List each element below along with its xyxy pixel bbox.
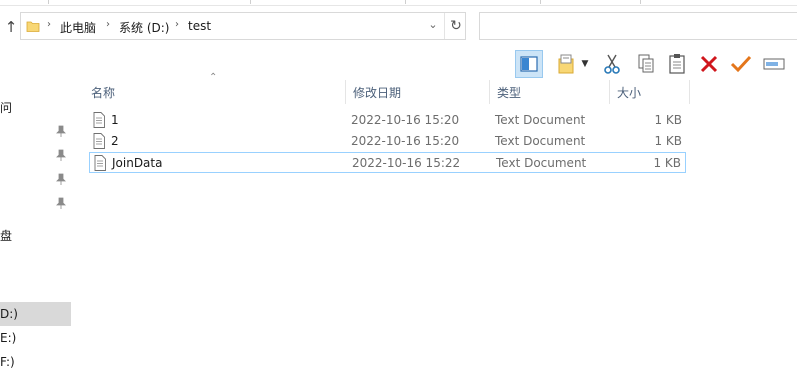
text-file-icon — [94, 155, 106, 171]
file-name: 1 — [111, 113, 119, 127]
text-file-icon — [93, 112, 105, 128]
scissors-icon — [604, 54, 620, 74]
paste-button[interactable] — [663, 50, 691, 78]
column-divider[interactable] — [689, 80, 690, 104]
preview-pane-icon — [520, 56, 538, 72]
file-type: Text Document — [496, 156, 587, 170]
folder-icon — [26, 21, 40, 32]
nav-item-drive-f[interactable]: F:) — [0, 350, 71, 374]
nav-item-label: F:) — [0, 355, 15, 369]
column-header-label: 大小 — [617, 86, 642, 100]
ribbon-divider — [640, 0, 641, 4]
ribbon-edge — [0, 0, 797, 6]
file-size: 1 KB — [654, 113, 682, 127]
copy-button[interactable] — [632, 50, 660, 78]
column-header-label: 修改日期 — [353, 86, 402, 100]
navigation-pane: 问 盘 D:) E:) F:) — [0, 86, 71, 369]
chevron-right-icon[interactable]: › — [175, 19, 179, 30]
refresh-icon: ↻ — [450, 18, 462, 34]
delete-x-icon — [700, 55, 718, 73]
file-type: Text Document — [495, 113, 586, 127]
ribbon-divider — [405, 0, 406, 4]
up-arrow-icon: ↑ — [4, 18, 18, 36]
column-header-size[interactable]: 大小 — [609, 80, 689, 104]
file-type: Text Document — [495, 134, 586, 148]
nav-item-drive-e[interactable]: E:) — [0, 326, 71, 350]
file-date: 2022-10-16 15:20 — [351, 134, 460, 148]
file-row[interactable]: 1 2022-10-16 15:20 Text Document 1 KB — [89, 110, 686, 131]
file-name: JoinData — [112, 156, 163, 170]
column-header-label: 名称 — [91, 86, 116, 100]
column-header-type[interactable]: 类型 — [489, 80, 609, 104]
file-size: 1 KB — [654, 134, 682, 148]
chevron-down-icon[interactable]: ⌄ — [424, 18, 442, 34]
clipboard-icon — [669, 54, 685, 74]
up-arrow-button[interactable]: ↑ — [2, 16, 20, 38]
ribbon-divider — [48, 0, 49, 4]
delete-button[interactable] — [695, 50, 723, 78]
file-row[interactable]: JoinData 2022-10-16 15:22 Text Document … — [89, 152, 686, 173]
rename-icon — [763, 58, 785, 70]
copy-icon — [638, 54, 654, 73]
pin-icon[interactable] — [56, 197, 66, 209]
file-size: 1 KB — [653, 156, 681, 170]
breadcrumb-test[interactable]: test — [188, 19, 211, 33]
column-header-date[interactable]: 修改日期 — [345, 80, 489, 104]
address-bar[interactable]: › 此电脑 › 系统 (D:) › test ⌄ ↻ — [20, 12, 466, 40]
cut-button[interactable] — [598, 50, 626, 78]
caret-down-icon: ▼ — [581, 59, 589, 69]
search-input[interactable] — [479, 12, 797, 40]
chevron-right-icon[interactable]: › — [106, 19, 110, 30]
text-file-icon — [93, 133, 105, 149]
column-header-label: 类型 — [497, 86, 522, 100]
rename-button[interactable] — [760, 50, 788, 78]
ribbon-divider — [250, 0, 251, 4]
file-date: 2022-10-16 15:20 — [351, 113, 460, 127]
pin-icon[interactable] — [56, 173, 66, 185]
file-row[interactable]: 2 2022-10-16 15:20 Text Document 1 KB — [89, 131, 686, 152]
chevron-right-icon[interactable]: › — [47, 19, 51, 30]
column-header-name[interactable]: 名称 — [83, 80, 345, 104]
nav-item-label: 问 — [0, 101, 13, 115]
ribbon-divider — [540, 0, 541, 4]
checkmark-icon — [730, 55, 752, 73]
new-item-icon — [558, 54, 574, 74]
nav-item-label: 盘 — [0, 229, 13, 243]
nav-item-label: E:) — [0, 331, 17, 345]
properties-button[interactable] — [727, 50, 755, 78]
nav-item-label: D:) — [0, 307, 18, 321]
file-name: 2 — [111, 134, 119, 148]
breadcrumb-drive-d[interactable]: 系统 (D:) — [119, 19, 169, 36]
breadcrumb-this-pc[interactable]: 此电脑 — [60, 19, 96, 36]
pin-icon[interactable] — [56, 125, 66, 137]
preview-pane-button[interactable] — [515, 50, 543, 78]
nav-item[interactable]: 问 — [0, 94, 71, 118]
nav-item-drive-d[interactable]: D:) — [0, 302, 71, 326]
new-item-dropdown[interactable]: ▼ — [578, 50, 592, 78]
pin-icon[interactable] — [56, 149, 66, 161]
nav-item[interactable]: 盘 — [0, 222, 71, 246]
file-date: 2022-10-16 15:22 — [352, 156, 461, 170]
refresh-button[interactable]: ↻ — [444, 13, 467, 39]
new-item-button[interactable] — [552, 50, 580, 78]
